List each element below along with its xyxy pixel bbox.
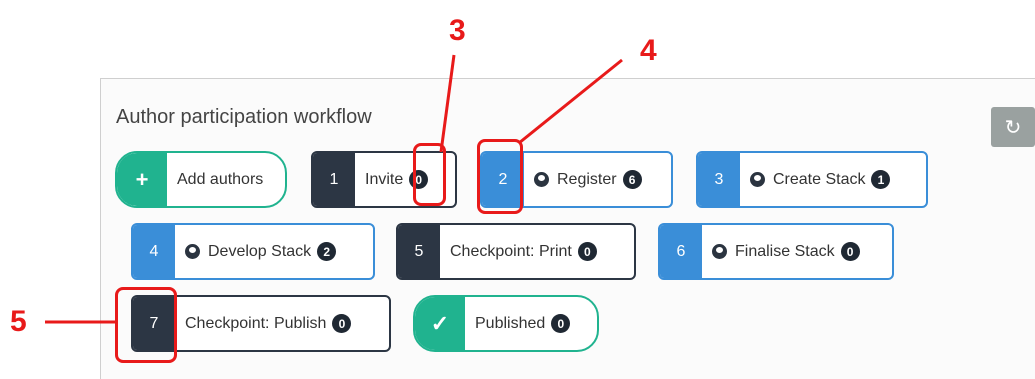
annotation-box-publish-number xyxy=(115,287,177,363)
annotation-box-invite-badge xyxy=(413,143,446,206)
annotation-label-3: 3 xyxy=(449,14,466,47)
annotation-box-register-number xyxy=(477,139,523,214)
annotation-label-4: 4 xyxy=(640,34,657,67)
annotation-label-5: 5 xyxy=(10,305,27,338)
